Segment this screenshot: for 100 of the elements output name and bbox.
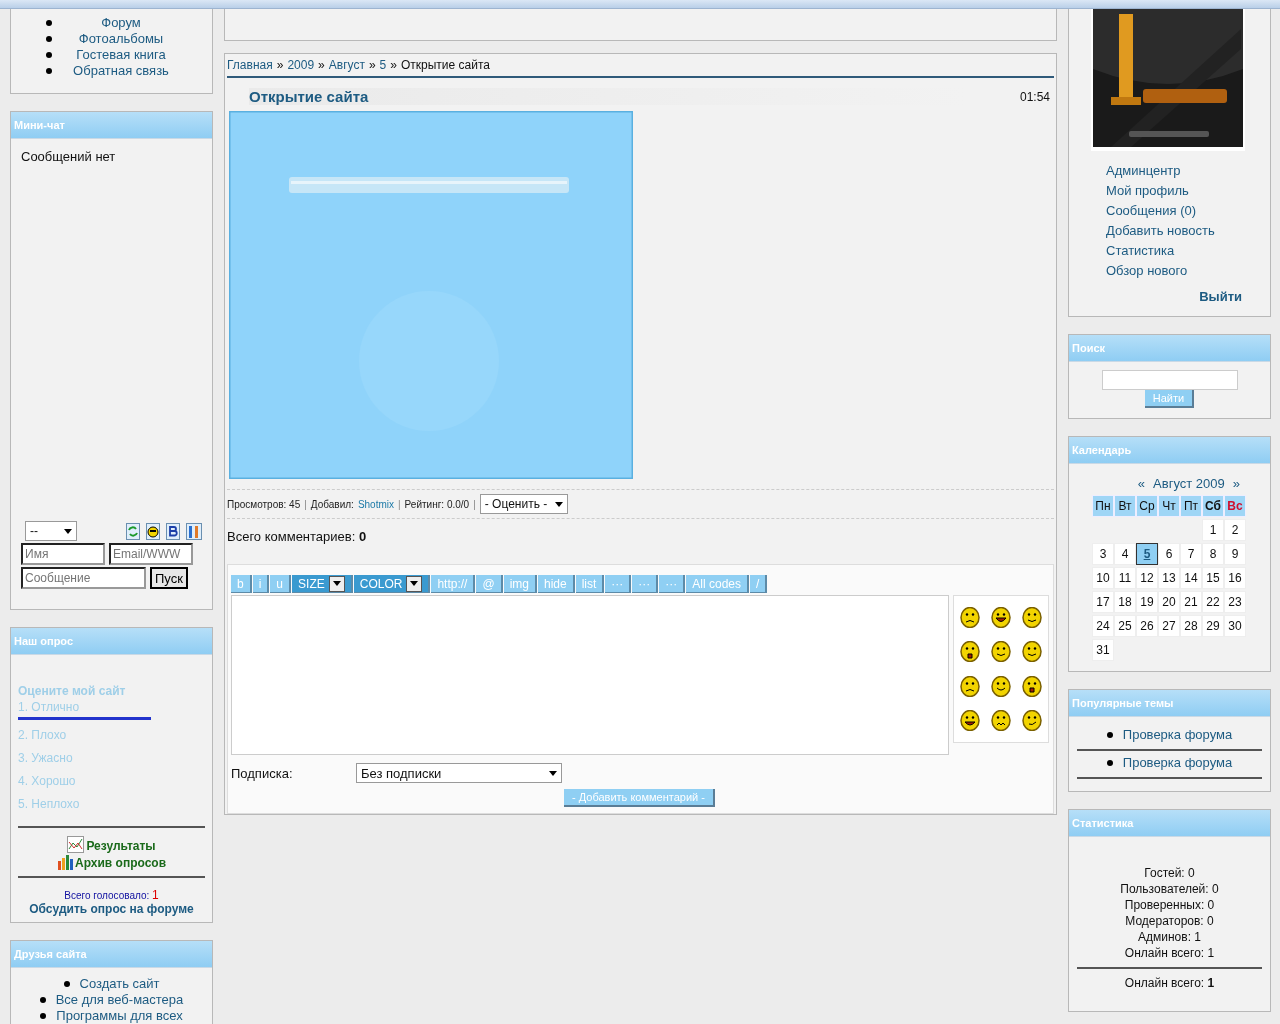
next-month-link[interactable]: » xyxy=(1232,476,1240,491)
previous-month-link[interactable]: « xyxy=(1137,476,1146,491)
calendar-day[interactable]: 7 xyxy=(1180,543,1202,565)
rating-select[interactable]: - Оценить - xyxy=(479,494,568,514)
calendar-day[interactable]: 11 xyxy=(1114,567,1136,589)
menu-link[interactable]: Фотоальбомы xyxy=(62,31,180,47)
calendar-day[interactable]: 31 xyxy=(1092,639,1114,661)
search-field[interactable] xyxy=(1101,370,1238,390)
caret-icon xyxy=(554,501,563,507)
calendar-day[interactable]: 8 xyxy=(1202,543,1224,565)
article-time: 01:54 xyxy=(1019,89,1050,104)
smiley-select[interactable]: -- xyxy=(25,521,77,541)
weekday-header: Чт xyxy=(1158,495,1180,517)
subscription-select[interactable]: Без подписки xyxy=(356,763,562,783)
calendar-day[interactable]: 13 xyxy=(1158,567,1180,589)
smiley-icon[interactable] xyxy=(991,675,1011,697)
calendar-day[interactable]: 5 xyxy=(1136,543,1158,565)
user-menu-link[interactable]: Сообщения (0) xyxy=(1106,201,1270,221)
weekday-header: Ср xyxy=(1136,495,1158,517)
friend-link[interactable]: Создать сайт xyxy=(79,976,160,992)
smiley-icon[interactable] xyxy=(991,710,1011,732)
calendar-day[interactable]: 4 xyxy=(1114,543,1136,565)
calendar-day[interactable]: 30 xyxy=(1224,615,1246,637)
send-button[interactable]: Пуск xyxy=(150,567,188,589)
user-menu-link[interactable]: Статистика xyxy=(1106,241,1270,261)
friend-link[interactable]: Программы для всех xyxy=(56,1008,183,1024)
block-title: Мини-чат xyxy=(11,112,212,139)
menu-link[interactable]: Гостевая книга xyxy=(62,47,180,63)
poll-option: 2. Плохо xyxy=(18,724,205,747)
poll-option: 5. Неплохо xyxy=(18,793,205,816)
smiley-icon[interactable] xyxy=(959,641,980,663)
weekday-header: Пн xyxy=(1092,495,1114,517)
calendar-day[interactable]: 17 xyxy=(1092,591,1114,613)
author-link[interactable]: Shotmix xyxy=(357,498,394,510)
poll-option: 4. Хорошо xyxy=(18,770,205,793)
email-field[interactable]: Email/WWW xyxy=(109,543,193,565)
name-field[interactable]: Имя xyxy=(21,543,105,565)
message-field[interactable]: Сообщение xyxy=(21,567,146,589)
smiley-icon[interactable] xyxy=(1022,641,1043,663)
calendar-day[interactable]: 18 xyxy=(1114,591,1136,613)
friend-link[interactable]: Все для веб-мастера xyxy=(55,992,184,1008)
calendar-day[interactable]: 20 xyxy=(1158,591,1180,613)
calendar-day[interactable]: 24 xyxy=(1092,615,1114,637)
calendar-day[interactable]: 22 xyxy=(1202,591,1224,613)
smiley-icon[interactable] xyxy=(991,641,1011,663)
breadcrumb[interactable]: 5 xyxy=(379,58,387,72)
smiley-icon[interactable] xyxy=(959,675,980,697)
calendar-day[interactable]: 1 xyxy=(1202,519,1224,541)
smiley-icon[interactable] xyxy=(959,606,980,628)
user-menu-link[interactable]: Мой профиль xyxy=(1106,181,1270,201)
calendar-day[interactable]: 25 xyxy=(1114,615,1136,637)
calendar-day[interactable]: 2 xyxy=(1224,519,1246,541)
breadcrumb-separator: » xyxy=(318,58,325,72)
topic-link[interactable]: Проверка форума xyxy=(1122,727,1233,743)
calendar-day[interactable]: 3 xyxy=(1092,543,1114,565)
smiley-icon[interactable] xyxy=(146,522,160,540)
month-title[interactable]: Август 2009 xyxy=(1153,476,1225,491)
logout-link[interactable]: Выйти xyxy=(1199,289,1242,304)
menu-link[interactable]: Форум xyxy=(62,15,180,31)
smiley-icon[interactable] xyxy=(1022,606,1043,628)
breadcrumb-separator: » xyxy=(368,58,376,72)
refresh-icon[interactable] xyxy=(126,522,140,540)
calendar-day[interactable]: 23 xyxy=(1224,591,1246,613)
breadcrumb[interactable]: Главная xyxy=(227,58,273,72)
archive-link[interactable]: Архив опросов xyxy=(74,856,167,870)
calendar-day[interactable]: 10 xyxy=(1092,567,1114,589)
topic-link[interactable]: Проверка форума xyxy=(1122,755,1233,771)
user-menu-link[interactable]: Добавить новость xyxy=(1106,221,1270,241)
calendar-day[interactable]: 29 xyxy=(1202,615,1224,637)
user-menu-link[interactable]: Админцентр xyxy=(1106,161,1270,181)
calendar-day[interactable]: 26 xyxy=(1136,615,1158,637)
calendar-day[interactable]: 14 xyxy=(1180,567,1202,589)
calendar-day[interactable]: 6 xyxy=(1158,543,1180,565)
smiley-icon[interactable] xyxy=(959,710,980,732)
breadcrumb[interactable]: 2009 xyxy=(287,58,315,72)
calendar-day[interactable]: 12 xyxy=(1136,567,1158,589)
block-title: Статистика xyxy=(1069,810,1270,837)
breadcrumb[interactable]: Август xyxy=(328,58,365,72)
calendar-day[interactable]: 15 xyxy=(1202,567,1224,589)
line-chart-icon xyxy=(67,836,85,853)
caret-icon xyxy=(64,528,72,534)
discuss-link[interactable]: Обсудить опрос на форуме xyxy=(29,902,194,916)
block-title: Популярные темы xyxy=(1069,690,1270,717)
smiley-icon[interactable] xyxy=(991,606,1011,628)
tools-icon[interactable] xyxy=(186,522,202,540)
calendar-day[interactable]: 9 xyxy=(1224,543,1246,565)
user-menu-link[interactable]: Обзор нового xyxy=(1106,261,1270,281)
calendar-day[interactable]: 28 xyxy=(1180,615,1202,637)
comment-field[interactable] xyxy=(231,595,949,755)
smiley-icon[interactable] xyxy=(1022,710,1043,732)
breadcrumb-separator: » xyxy=(390,58,397,72)
calendar-day[interactable]: 27 xyxy=(1158,615,1180,637)
calendar-day[interactable]: 19 xyxy=(1136,591,1158,613)
calendar-day[interactable]: 21 xyxy=(1180,591,1202,613)
calendar-day[interactable]: 16 xyxy=(1224,567,1246,589)
menu-link[interactable]: Обратная связь xyxy=(62,63,180,79)
bold-code-icon[interactable] xyxy=(166,522,180,540)
smiley-icon[interactable] xyxy=(1022,675,1043,697)
weekday-header: Вт xyxy=(1114,495,1136,517)
results-link[interactable]: Результаты xyxy=(86,839,156,853)
